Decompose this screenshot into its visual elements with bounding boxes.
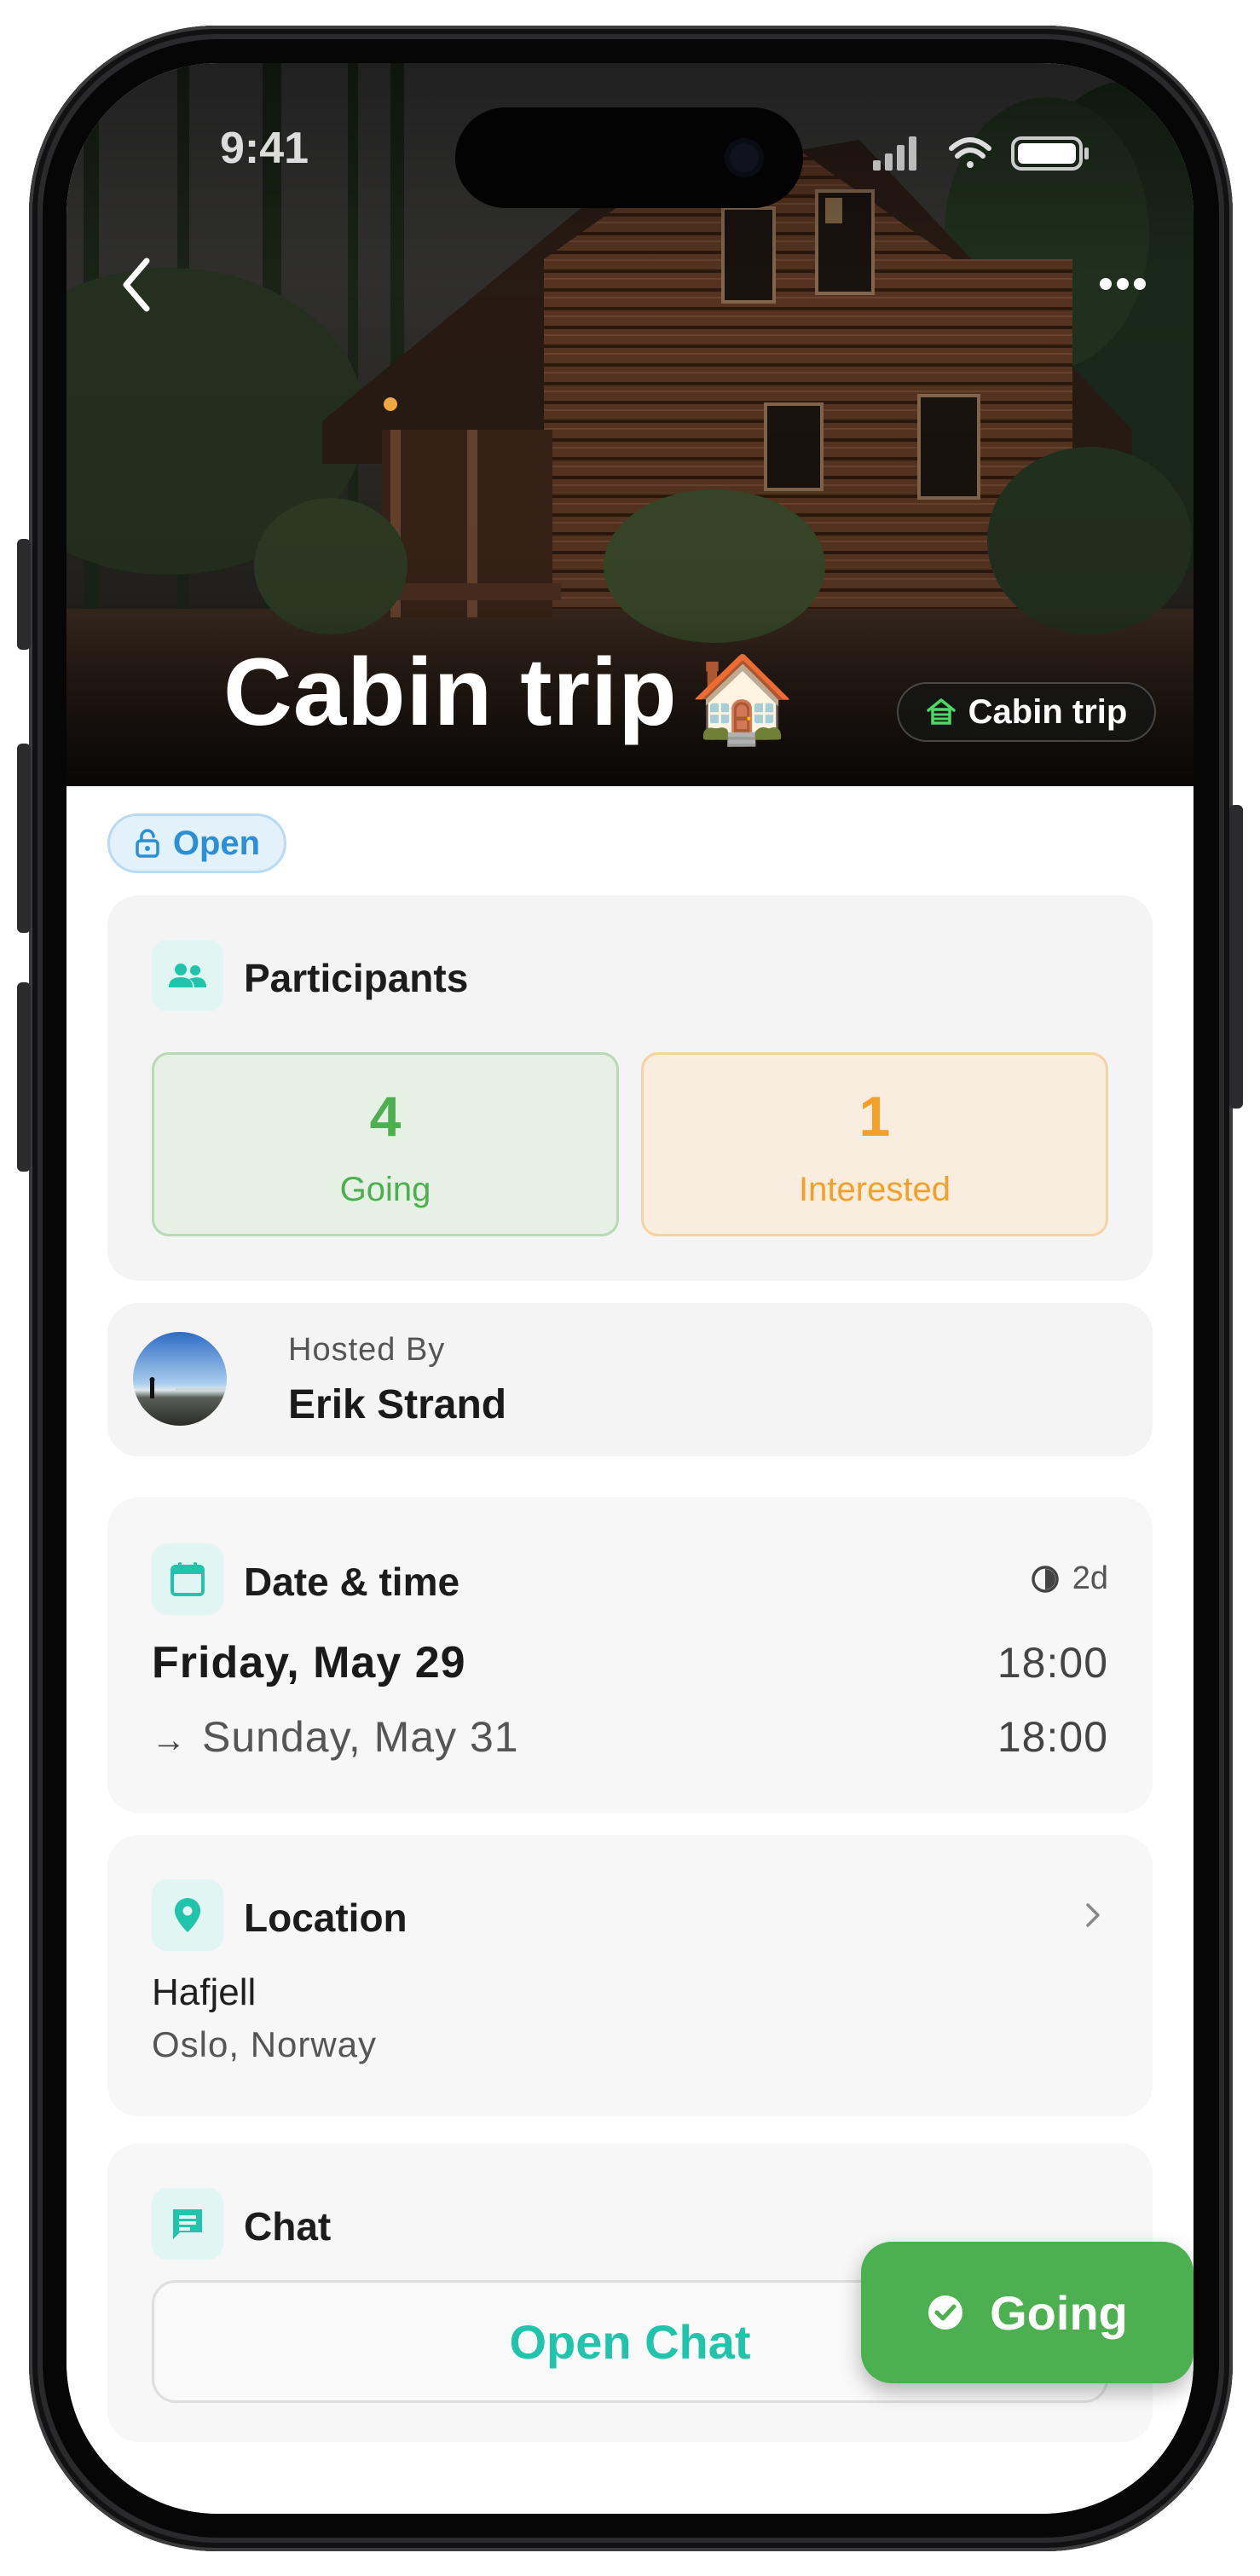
status-icons [873, 136, 1089, 171]
host-avatar-photo [133, 1332, 227, 1426]
wifi-icon [949, 137, 991, 168]
event-title-text: Cabin trip [223, 639, 678, 745]
app-screen: 9:41 Cabin trip 🏠 Cabin trip Open Partic… [66, 63, 1194, 2514]
silent-switch [17, 539, 31, 650]
battery-icon [1011, 136, 1089, 171]
event-title: Cabin trip 🏠 [223, 645, 796, 743]
start-row: Friday, May 29 18:00 [152, 1637, 1108, 1688]
going-count: 4 [369, 1085, 402, 1148]
going-rsvp-label: Going [990, 2285, 1128, 2340]
lock-open-icon [136, 829, 159, 858]
people-icon [169, 964, 206, 987]
going-rsvp-button[interactable]: Going [861, 2242, 1194, 2383]
participants-title: Participants [244, 956, 469, 1000]
cabin-icon [926, 698, 956, 725]
calendar-icon [171, 1562, 205, 1596]
end-date: Sunday, May 31 [202, 1713, 519, 1761]
status-time: 9:41 [220, 124, 309, 173]
check-circle-icon [928, 2295, 963, 2330]
chat-icon-tile [152, 2188, 223, 2260]
date-icon-tile [152, 1543, 223, 1615]
date-time-title: Date & time [244, 1560, 460, 1604]
event-cover: 9:41 Cabin trip 🏠 Cabin trip [66, 63, 1194, 786]
visibility-badge: Open [107, 813, 286, 873]
location-title: Location [244, 1896, 407, 1940]
map-pin-icon [175, 1898, 200, 1932]
category-badge: Cabin trip [897, 682, 1156, 742]
location-region: Oslo, Norway [152, 2024, 378, 2064]
chat-title: Chat [244, 2204, 332, 2249]
avatar [133, 1332, 227, 1426]
interested-count: 1 [858, 1085, 891, 1148]
host-caption: Hosted By [288, 1332, 446, 1368]
power-button [1229, 805, 1243, 1109]
location-name: Hafjell [152, 1971, 257, 2013]
end-row: → Sunday, May 31 18:00 [152, 1712, 1108, 1762]
host-card[interactable]: Hosted By Erik Strand [107, 1303, 1153, 1456]
visibility-label: Open [172, 824, 261, 862]
participants-icon-tile [152, 940, 223, 1011]
duration: 2d [1030, 1560, 1108, 1597]
chat-bubble-icon [173, 2209, 202, 2239]
duration-value: 2d [1072, 1560, 1108, 1596]
date-time-card: Date & time 2d Friday, May 29 18:00 → Sun… [107, 1497, 1153, 1813]
end-time: 18:00 [997, 1713, 1108, 1761]
more-horizontal-icon [1100, 277, 1146, 290]
chevron-right-icon [1086, 1903, 1100, 1927]
clock-half-icon [1031, 1565, 1059, 1593]
host-name: Erik Strand [288, 1382, 507, 1427]
dynamic-island [455, 107, 803, 208]
location-icon-tile [152, 1879, 223, 1951]
participants-card: Participants 4 Going 1 Interested [107, 895, 1153, 1281]
volume-down-button [17, 982, 31, 1172]
start-time: 18:00 [997, 1639, 1108, 1687]
front-camera [725, 138, 764, 177]
going-label: Going [339, 1171, 431, 1208]
category-badge-label: Cabin trip [968, 692, 1128, 731]
going-count-tile[interactable]: 4 Going [152, 1052, 619, 1236]
location-chevron-button[interactable] [1084, 1902, 1101, 1931]
location-card[interactable]: Location Hafjell Oslo, Norway [107, 1835, 1153, 2116]
signal-icon [873, 136, 916, 171]
arrow-right-icon: → [152, 1722, 187, 1759]
chevron-left-icon [123, 258, 150, 311]
volume-up-button [17, 744, 31, 933]
more-options-button[interactable] [1093, 268, 1153, 302]
start-date: Friday, May 29 [152, 1638, 466, 1687]
back-button[interactable] [111, 256, 162, 315]
interested-label: Interested [799, 1171, 951, 1208]
interested-count-tile[interactable]: 1 Interested [641, 1052, 1108, 1236]
end-date-group: → Sunday, May 31 [152, 1712, 519, 1762]
house-emoji: 🏠 [689, 651, 797, 748]
